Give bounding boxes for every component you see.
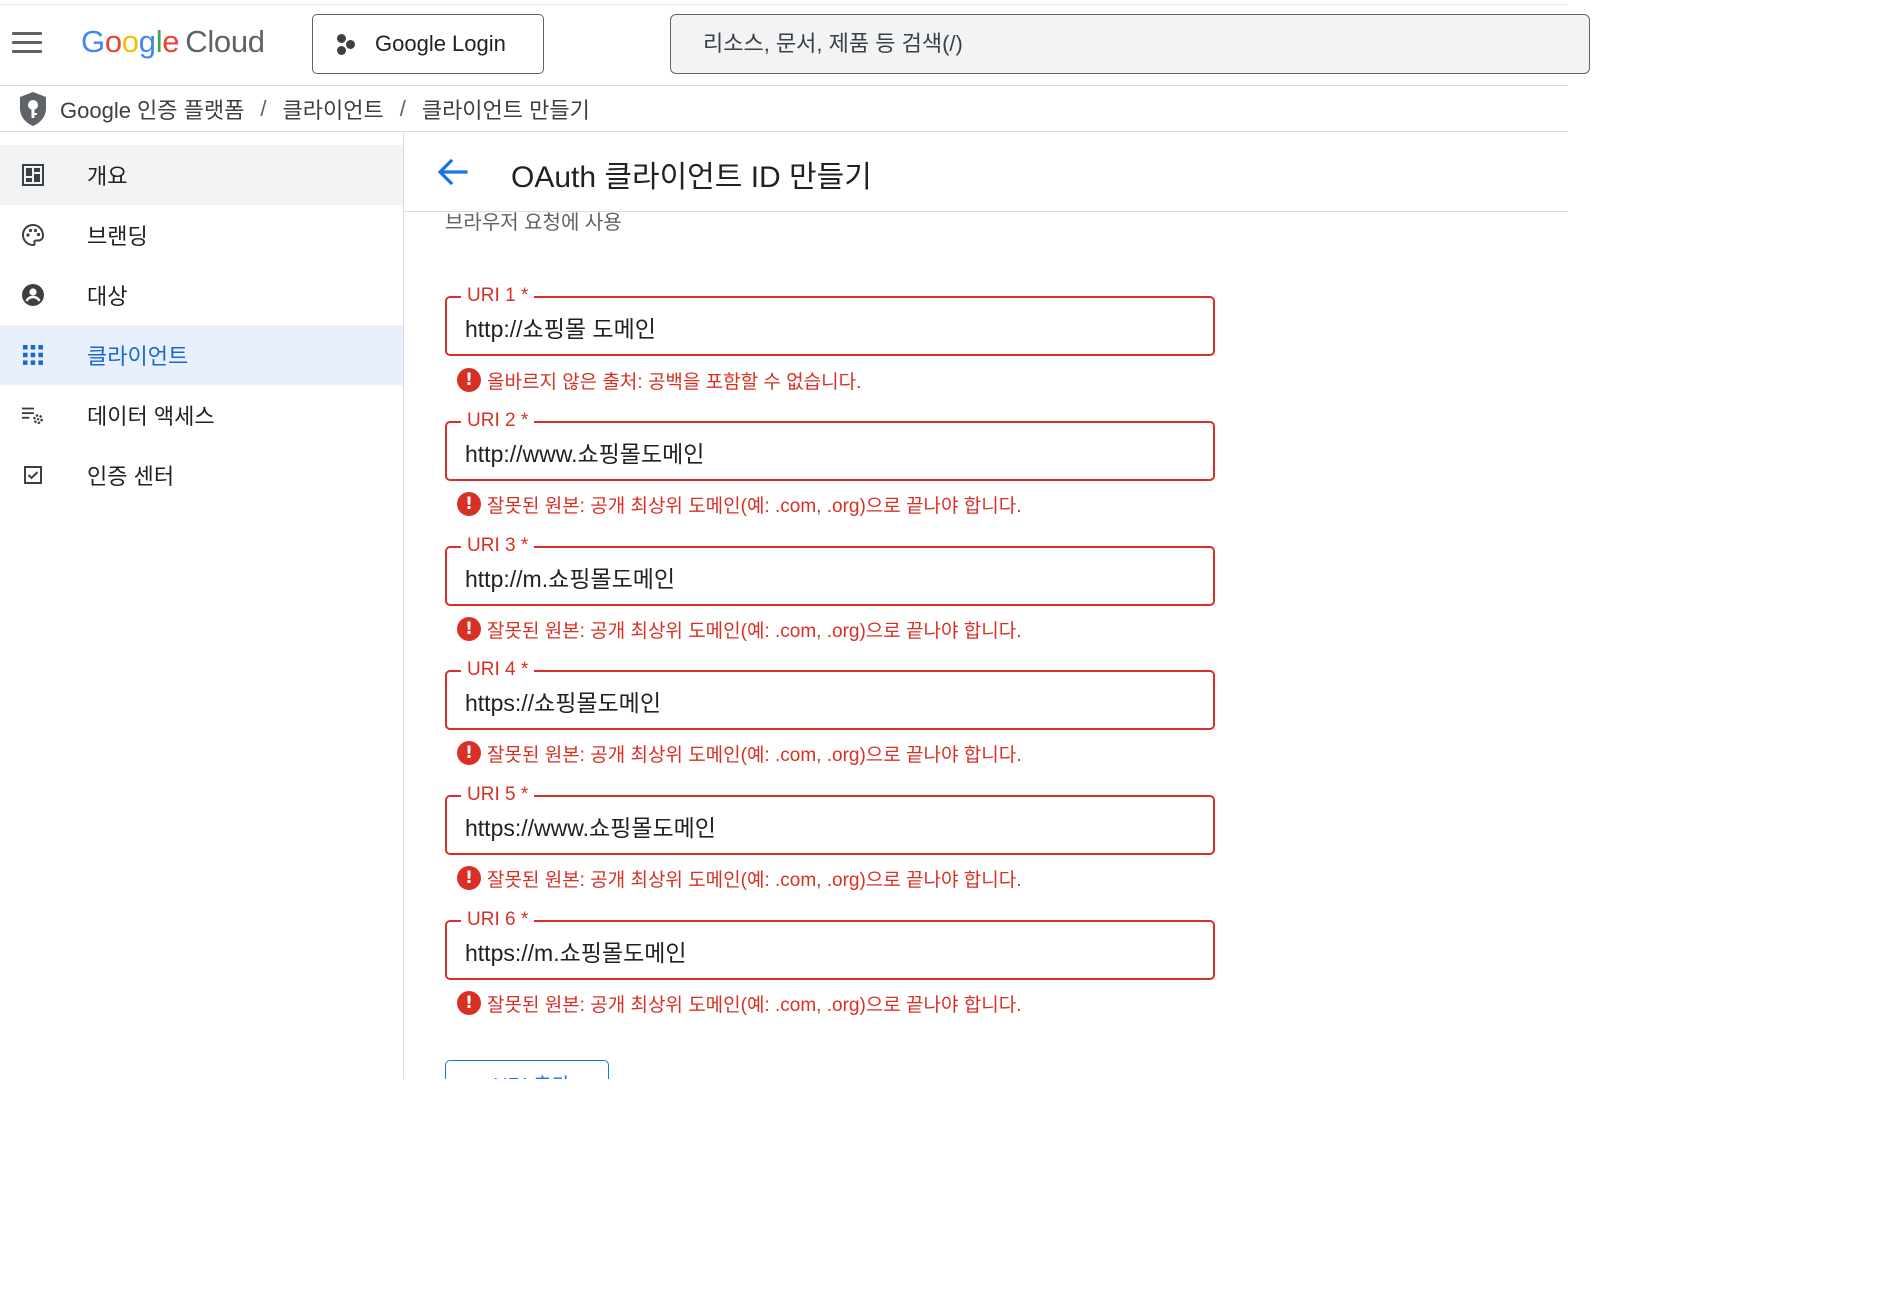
top-app-bar: Google Cloud Google Login <box>0 0 1590 86</box>
sidebar-nav: 개요 브랜딩 대상 클라이언트 데이터 액세스 인증 센터 <box>0 132 404 1079</box>
uri-error-message: ! 잘못된 원본: 공개 최상위 도메인(예: .com, .org)으로 끝나… <box>457 990 1021 1016</box>
uri-field-label: URI 6 * <box>461 908 535 932</box>
add-uri-button[interactable]: + URI 추가 <box>445 1060 609 1079</box>
uri-input[interactable] <box>465 809 1195 843</box>
uri-field-label: URI 5 * <box>461 783 535 807</box>
uri-error-message: ! 잘못된 원본: 공개 최상위 도메인(예: .com, .org)으로 끝나… <box>457 616 1021 642</box>
search-input[interactable] <box>703 31 1589 57</box>
list-settings-icon <box>21 403 45 427</box>
project-selector-button[interactable]: Google Login <box>312 14 544 74</box>
breadcrumb-item-clients[interactable]: 클라이언트 <box>283 93 384 125</box>
uri-error-message: ! 잘못된 원본: 공개 최상위 도메인(예: .com, .org)으로 끝나… <box>457 491 1021 517</box>
uri-field-label: URI 3 * <box>461 534 535 558</box>
error-icon: ! <box>457 368 481 392</box>
error-icon: ! <box>457 741 481 765</box>
uri-error-message: ! 잘못된 원본: 공개 최상위 도메인(예: .com, .org)으로 끝나… <box>457 740 1021 766</box>
sidebar-item-verification-center[interactable]: 인증 센터 <box>0 445 403 505</box>
error-icon: ! <box>457 617 481 641</box>
uri-field-label: URI 4 * <box>461 658 535 682</box>
dashboard-icon <box>21 163 45 187</box>
uri-input[interactable] <box>465 684 1195 718</box>
breadcrumb: Google 인증 플랫폼 / 클라이언트 / 클라이언트 만들기 <box>0 86 1568 132</box>
uri-field-label: URI 2 * <box>461 409 535 433</box>
uri-field-label: URI 1 * <box>461 284 535 308</box>
uri-error-message: ! 올바르지 않은 출처: 공백을 포함할 수 없습니다. <box>457 367 861 393</box>
search-bar[interactable] <box>670 14 1590 74</box>
sidebar-item-data-access[interactable]: 데이터 액세스 <box>0 385 403 445</box>
uri-field-4[interactable]: URI 4 * <box>445 658 1215 730</box>
error-icon: ! <box>457 866 481 890</box>
google-cloud-logo[interactable]: Google Cloud <box>81 24 265 60</box>
uri-input[interactable] <box>465 934 1195 968</box>
breadcrumb-item-create-client: 클라이언트 만들기 <box>421 97 590 123</box>
sidebar-item-clients[interactable]: 클라이언트 <box>0 325 403 385</box>
checkbox-icon <box>21 463 45 487</box>
hamburger-menu-icon[interactable] <box>12 32 42 54</box>
page-header: OAuth 클라이언트 ID 만들기 <box>405 132 1568 212</box>
uri-field-3[interactable]: URI 3 * <box>445 534 1215 606</box>
sidebar-item-label: 클라이언트 <box>87 344 189 369</box>
uri-input[interactable] <box>465 435 1195 469</box>
sidebar-item-label: 브랜딩 <box>87 224 148 249</box>
apps-grid-icon <box>21 343 45 367</box>
sidebar-item-label: 인증 센터 <box>87 464 175 489</box>
uri-field-1[interactable]: URI 1 * <box>445 284 1215 356</box>
sidebar-item-label: 대상 <box>87 284 128 309</box>
account-circle-icon <box>21 283 45 307</box>
arrow-back-icon[interactable] <box>435 156 469 188</box>
error-icon: ! <box>457 991 481 1015</box>
sidebar-item-audience[interactable]: 대상 <box>0 265 403 325</box>
sidebar-item-branding[interactable]: 브랜딩 <box>0 205 403 265</box>
uri-error-message: ! 잘못된 원본: 공개 최상위 도메인(예: .com, .org)으로 끝나… <box>457 865 1021 891</box>
uri-field-6[interactable]: URI 6 * <box>445 908 1215 980</box>
project-hub-icon <box>335 32 359 56</box>
uri-field-2[interactable]: URI 2 * <box>445 409 1215 481</box>
breadcrumb-separator: / <box>260 95 267 121</box>
breadcrumb-item-auth-platform[interactable]: Google 인증 플랫폼 <box>60 93 244 125</box>
shield-key-icon <box>20 91 46 126</box>
breadcrumb-separator: / <box>399 95 406 121</box>
sidebar-item-overview[interactable]: 개요 <box>0 145 403 205</box>
uri-input[interactable] <box>465 560 1195 594</box>
error-icon: ! <box>457 492 481 516</box>
sidebar-item-label: 데이터 액세스 <box>87 404 215 429</box>
page-title: OAuth 클라이언트 ID 만들기 <box>511 161 872 194</box>
uri-input[interactable] <box>465 310 1195 344</box>
main-content: OAuth 클라이언트 ID 만들기 브라우저 요청에 사용 URI 1 * !… <box>405 132 1568 1079</box>
palette-icon <box>21 223 45 247</box>
sidebar-item-label: 개요 <box>87 164 128 189</box>
uri-field-5[interactable]: URI 5 * <box>445 783 1215 855</box>
project-name: Google Login <box>375 31 506 56</box>
